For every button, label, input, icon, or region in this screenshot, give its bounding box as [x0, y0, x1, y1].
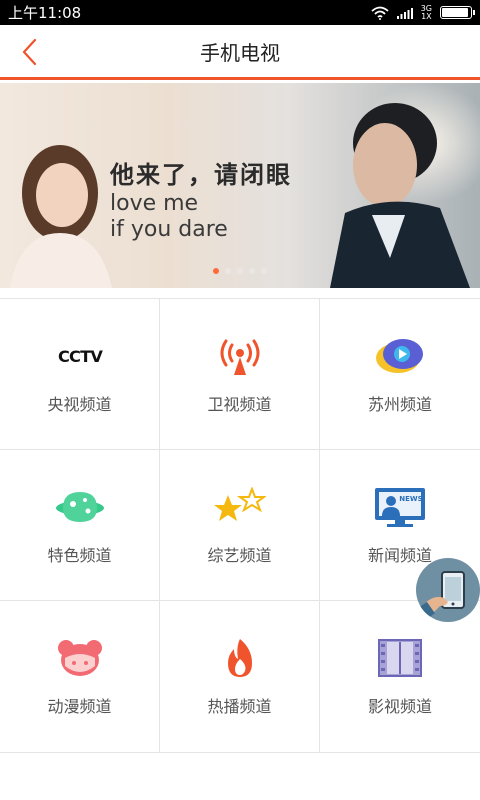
channel-label: 综艺频道 — [207, 546, 272, 565]
svg-text:CCTV: CCTV — [57, 347, 102, 366]
phone-hand-icon — [417, 571, 465, 621]
channel-suzhou[interactable]: 苏州频道 — [320, 299, 480, 450]
banner-text: 他来了，请闭眼 love me if you dare — [110, 155, 292, 242]
channel-film[interactable]: 影视频道 — [320, 601, 480, 752]
carousel-dot[interactable] — [237, 268, 243, 274]
play-bubble-icon — [370, 335, 430, 377]
battery-fill — [442, 8, 468, 17]
channel-hot[interactable]: 热播频道 — [160, 601, 320, 752]
svg-text:NEWS: NEWS — [399, 495, 422, 503]
flame-icon — [210, 637, 270, 679]
film-strip-icon — [370, 637, 430, 679]
channel-variety[interactable]: 综艺频道 — [160, 450, 320, 601]
carousel-dot[interactable] — [261, 268, 267, 274]
carousel-dot[interactable] — [249, 268, 255, 274]
banner-title: 他来了，请闭眼 — [110, 161, 292, 189]
network-type: 3G 1X — [420, 3, 432, 21]
broadcast-tower-icon — [210, 335, 270, 377]
page-title: 手机电视 — [200, 40, 280, 65]
status-icons: 3G 1X — [371, 3, 475, 21]
planet-icon — [50, 486, 110, 528]
cartoon-face-icon — [50, 637, 110, 679]
status-bar: 上午11:08 3G 1X — [0, 0, 480, 25]
channel-label: 新闻频道 — [367, 546, 432, 565]
channel-satellite[interactable]: 卫视频道 — [160, 299, 320, 450]
channel-label: 苏州频道 — [367, 395, 432, 414]
carousel-dot[interactable] — [225, 268, 231, 274]
channel-grid: CCTV 央视频道 卫视频道 苏州频道 特色频道 综艺频道 NEWS 新闻频道 … — [0, 298, 480, 753]
floating-remote-button[interactable] — [416, 558, 480, 622]
back-button[interactable] — [14, 37, 44, 67]
banner-line2: if you dare — [110, 217, 228, 242]
wifi-icon — [371, 6, 389, 20]
signal-icon — [396, 7, 413, 19]
status-time: 上午11:08 — [8, 4, 82, 22]
carousel-dot[interactable] — [213, 268, 219, 274]
channel-label: 央视频道 — [47, 395, 112, 414]
channel-label: 热播频道 — [207, 697, 272, 716]
channel-label: 影视频道 — [367, 697, 432, 716]
banner-line1: love me — [110, 191, 199, 216]
channel-anime[interactable]: 动漫频道 — [0, 601, 160, 752]
channel-cctv[interactable]: CCTV 央视频道 — [0, 299, 160, 450]
channel-label: 特色频道 — [47, 546, 112, 565]
cctv-logo-icon: CCTV — [50, 335, 110, 377]
channel-label: 卫视频道 — [207, 395, 272, 414]
channel-label: 动漫频道 — [47, 697, 112, 716]
carousel-indicator — [0, 268, 480, 274]
header: 手机电视 — [0, 25, 480, 80]
banner-carousel[interactable]: 他来了，请闭眼 love me if you dare — [0, 83, 480, 288]
stars-icon — [210, 486, 270, 528]
news-monitor-icon: NEWS — [370, 486, 430, 528]
battery-icon — [440, 6, 475, 19]
chevron-left-icon — [22, 38, 37, 66]
channel-featured[interactable]: 特色频道 — [0, 450, 160, 601]
